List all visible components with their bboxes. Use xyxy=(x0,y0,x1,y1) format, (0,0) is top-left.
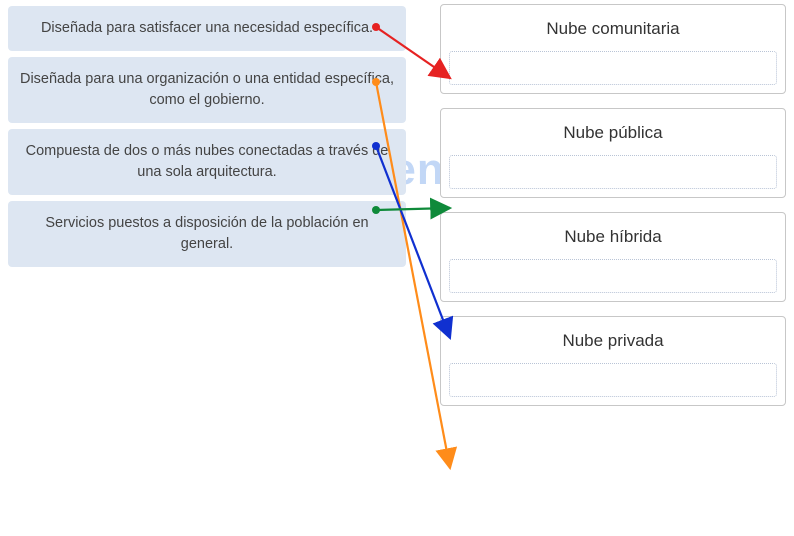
target-title: Nube privada xyxy=(449,325,777,363)
target-card: Nube híbrida xyxy=(440,212,786,302)
target-card: Nube privada xyxy=(440,316,786,406)
drop-zone[interactable] xyxy=(449,155,777,189)
target-card: Nube comunitaria xyxy=(440,4,786,94)
target-title: Nube comunitaria xyxy=(449,13,777,51)
description-item[interactable]: Compuesta de dos o más nubes conectadas … xyxy=(8,129,406,195)
description-item[interactable]: Diseñada para una organización o una ent… xyxy=(8,57,406,123)
description-text: Diseñada para satisfacer una necesidad e… xyxy=(41,20,373,36)
description-item[interactable]: Diseñada para satisfacer una necesidad e… xyxy=(8,6,406,51)
description-item[interactable]: Servicios puestos a disposición de la po… xyxy=(8,201,406,267)
description-text: Diseñada para una organización o una ent… xyxy=(20,71,394,108)
description-text: Servicios puestos a disposición de la po… xyxy=(45,215,368,252)
drop-zone[interactable] xyxy=(449,363,777,397)
target-card: Nube pública xyxy=(440,108,786,198)
descriptions-column: Diseñada para satisfacer una necesidad e… xyxy=(8,6,406,273)
drop-zone[interactable] xyxy=(449,259,777,293)
target-title: Nube híbrida xyxy=(449,221,777,259)
description-text: Compuesta de dos o más nubes conectadas … xyxy=(26,143,389,180)
target-title: Nube pública xyxy=(449,117,777,155)
drop-zone[interactable] xyxy=(449,51,777,85)
targets-column: Nube comunitaria Nube pública Nube híbri… xyxy=(440,4,786,420)
